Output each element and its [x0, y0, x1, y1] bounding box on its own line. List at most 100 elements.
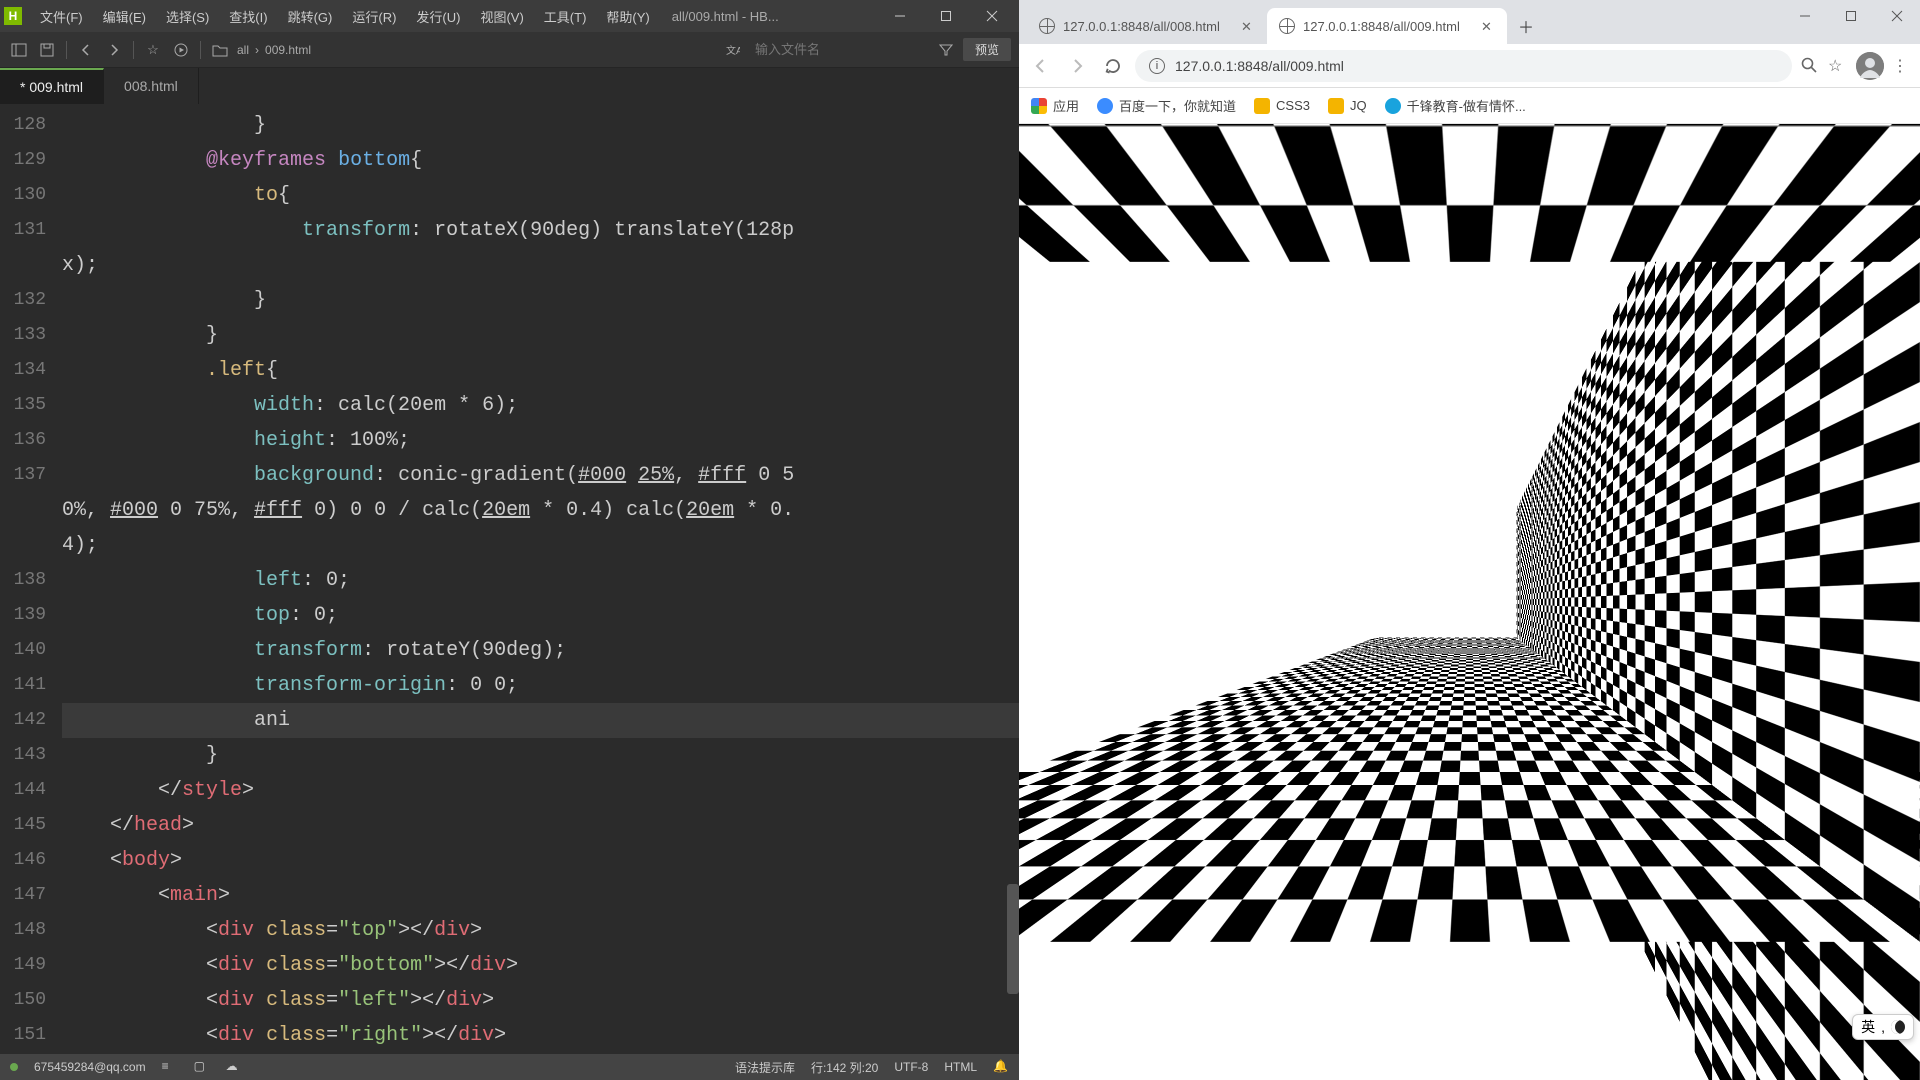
browser-forward-icon[interactable] — [1063, 52, 1091, 80]
status-syntax[interactable]: 语法提示库 — [735, 1059, 795, 1076]
site-info-icon[interactable]: i — [1149, 58, 1165, 74]
browser-tab-label: 127.0.0.1:8848/all/009.html — [1303, 19, 1460, 34]
checker-tunnel — [1019, 124, 1920, 1080]
bookmark-item[interactable]: JQ — [1328, 98, 1367, 114]
window-title: all/009.html - HB... — [672, 9, 877, 24]
menu-find[interactable]: 查找(I) — [219, 3, 277, 30]
chevron-right-icon: › — [255, 43, 259, 57]
ime-language: 英 — [1861, 1017, 1875, 1037]
folder-icon — [1328, 98, 1344, 114]
editor-tab[interactable]: 008.html — [104, 68, 199, 104]
page-viewport: 英 , — [1019, 124, 1920, 1080]
status-user: 675459284@qq.com — [34, 1060, 146, 1074]
menu-goto[interactable]: 跳转(G) — [278, 3, 343, 30]
status-lang[interactable]: HTML — [944, 1060, 977, 1074]
bookmarks-bar: 应用 百度一下，你就知道 CSS3 JQ 千锋教育-做有情怀... — [1019, 88, 1920, 124]
editor-tabs: * 009.html 008.html — [0, 68, 1019, 104]
window-controls — [877, 0, 1015, 32]
menu-edit[interactable]: 编辑(E) — [93, 3, 156, 30]
status-cursor: 行:142 列:20 — [811, 1059, 878, 1076]
menu-help[interactable]: 帮助(Y) — [596, 3, 659, 30]
breadcrumb-part[interactable]: all — [237, 43, 249, 57]
bookmark-star-icon[interactable]: ☆ — [1828, 56, 1848, 76]
minimize-icon[interactable] — [1782, 0, 1828, 32]
editor-pane: H 文件(F) 编辑(E) 选择(S) 查找(I) 跳转(G) 运行(R) 发行… — [0, 0, 1019, 1080]
breadcrumb[interactable]: all › 009.html — [237, 43, 311, 57]
scrollbar-thumb[interactable] — [1007, 884, 1019, 994]
tunnel-face-top — [1019, 638, 1920, 942]
indent-icon[interactable]: ≡ — [162, 1059, 178, 1075]
star-icon[interactable]: ☆ — [142, 39, 164, 61]
bookmark-item[interactable]: 千锋教育-做有情怀... — [1385, 96, 1526, 115]
ime-indicator[interactable]: 英 , — [1852, 1014, 1914, 1040]
menu-select[interactable]: 选择(S) — [156, 3, 219, 30]
browser-tabstrip: 127.0.0.1:8848/all/008.html ✕ 127.0.0.1:… — [1019, 0, 1920, 44]
code-editor[interactable]: 128129130131 132133134135136137 13813914… — [0, 104, 1019, 1054]
cloud-icon[interactable]: ☁ — [226, 1059, 242, 1075]
code-content[interactable]: } @keyframes bottom{ to{ transform: rota… — [58, 104, 1019, 1054]
statusbar: 675459284@qq.com ≡ ▢ ☁ 语法提示库 行:142 列:20 … — [0, 1054, 1019, 1080]
browser-back-icon[interactable] — [1027, 52, 1055, 80]
ime-mode-icon: , — [1881, 1019, 1885, 1035]
folder-icon — [1254, 98, 1270, 114]
bookmark-item[interactable]: 百度一下，你就知道 — [1097, 96, 1236, 115]
tab-close-icon[interactable]: ✕ — [1241, 19, 1255, 33]
preview-button[interactable]: 预览 — [963, 38, 1011, 61]
terminal-icon[interactable]: ▢ — [194, 1059, 210, 1075]
browser-tab[interactable]: 127.0.0.1:8848/all/008.html ✕ — [1027, 8, 1267, 44]
menu-publish[interactable]: 发行(U) — [406, 3, 470, 30]
panel-left-icon[interactable] — [8, 39, 30, 61]
globe-icon — [1279, 18, 1295, 34]
crescent-icon — [1891, 1020, 1905, 1034]
menu-dots-icon[interactable]: ⋮ — [1892, 56, 1912, 76]
url-text: 127.0.0.1:8848/all/009.html — [1175, 58, 1344, 74]
maximize-icon[interactable] — [923, 0, 969, 32]
nav-forward-icon[interactable] — [103, 39, 125, 61]
address-bar: i 127.0.0.1:8848/all/009.html ☆ ⋮ — [1019, 44, 1920, 88]
filter-icon[interactable] — [935, 39, 957, 61]
apps-icon — [1031, 98, 1047, 114]
close-icon[interactable] — [1874, 0, 1920, 32]
file-filter-input[interactable] — [749, 40, 929, 59]
bookmark-item[interactable]: CSS3 — [1254, 98, 1310, 114]
close-icon[interactable] — [969, 0, 1015, 32]
profile-avatar-icon[interactable] — [1856, 52, 1884, 80]
bookmark-apps[interactable]: 应用 — [1031, 96, 1079, 115]
browser-tab-active[interactable]: 127.0.0.1:8848/all/009.html ✕ — [1267, 8, 1507, 44]
reload-icon[interactable] — [1099, 52, 1127, 80]
translate-icon[interactable]: 文A — [721, 39, 743, 61]
maximize-icon[interactable] — [1828, 0, 1874, 32]
tunnel-face-left — [1517, 124, 1920, 1080]
menubar: H 文件(F) 编辑(E) 选择(S) 查找(I) 跳转(G) 运行(R) 发行… — [0, 0, 1019, 32]
menu-run[interactable]: 运行(R) — [342, 3, 406, 30]
menu-file[interactable]: 文件(F) — [30, 3, 93, 30]
tunnel-face-right — [1020, 124, 1529, 1080]
tunnel-face-bottom — [1019, 262, 1920, 647]
menu-view[interactable]: 视图(V) — [470, 3, 533, 30]
browser-pane: 127.0.0.1:8848/all/008.html ✕ 127.0.0.1:… — [1019, 0, 1920, 1080]
url-box[interactable]: i 127.0.0.1:8848/all/009.html — [1135, 50, 1792, 82]
browser-tab-label: 127.0.0.1:8848/all/008.html — [1063, 19, 1220, 34]
site-icon — [1385, 98, 1401, 114]
svg-text:文A: 文A — [726, 44, 740, 57]
folder-icon[interactable] — [209, 39, 231, 61]
new-tab-button[interactable]: ＋ — [1511, 11, 1541, 41]
bell-icon[interactable]: 🔔 — [993, 1059, 1009, 1075]
browser-window-controls — [1782, 0, 1920, 36]
menu-tools[interactable]: 工具(T) — [534, 3, 597, 30]
search-page-icon[interactable] — [1800, 56, 1820, 76]
editor-tab-active[interactable]: * 009.html — [0, 68, 104, 104]
nav-back-icon[interactable] — [75, 39, 97, 61]
breadcrumb-part[interactable]: 009.html — [265, 43, 311, 57]
site-icon — [1097, 98, 1113, 114]
run-icon[interactable] — [170, 39, 192, 61]
minimize-icon[interactable] — [877, 0, 923, 32]
status-encoding[interactable]: UTF-8 — [894, 1060, 928, 1074]
globe-icon — [1039, 18, 1055, 34]
tab-close-icon[interactable]: ✕ — [1481, 19, 1495, 33]
save-icon[interactable] — [36, 39, 58, 61]
status-dot-icon — [10, 1063, 18, 1071]
toolbar: ☆ all › 009.html 文A 预览 — [0, 32, 1019, 68]
app-logo-icon: H — [4, 7, 22, 25]
line-gutter: 128129130131 132133134135136137 13813914… — [0, 104, 58, 1054]
